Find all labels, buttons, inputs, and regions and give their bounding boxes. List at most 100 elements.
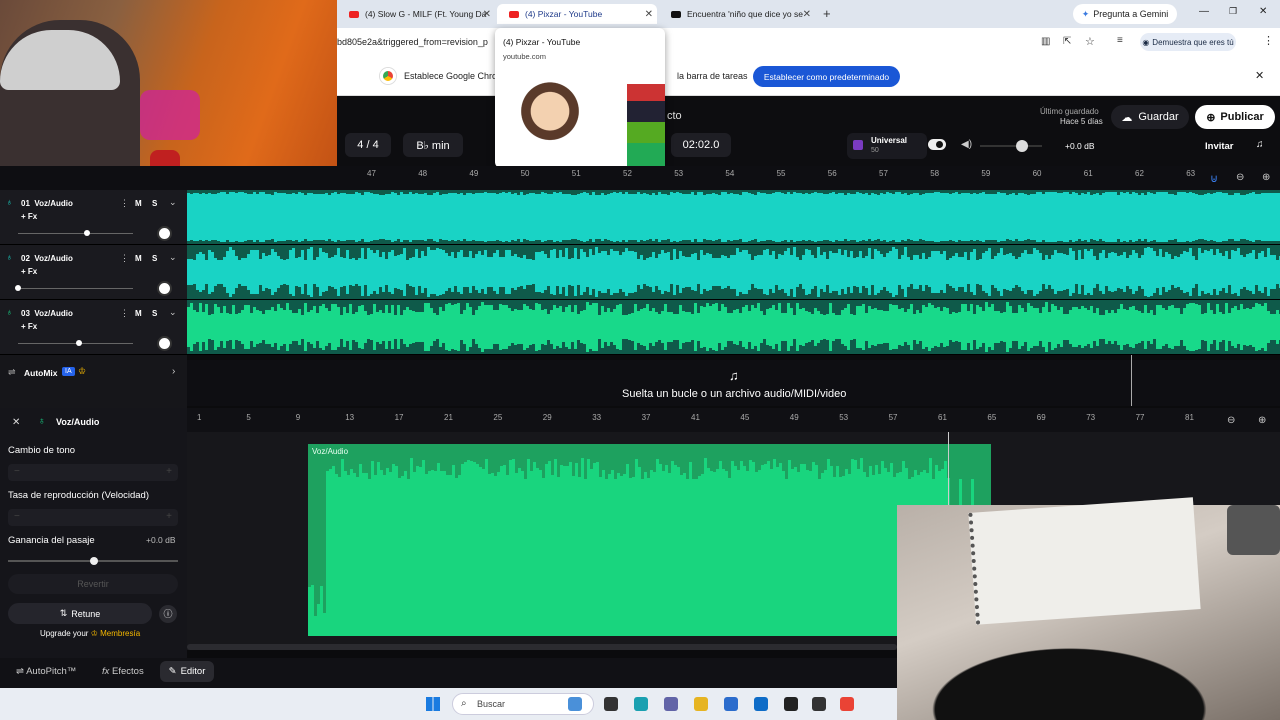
crown-icon: ♔: [90, 629, 101, 638]
chevron-down-icon[interactable]: ⌄: [169, 307, 177, 318]
sound-preset[interactable]: Universal 50: [847, 133, 927, 159]
add-fx-button[interactable]: + Fx: [21, 322, 37, 331]
editor-scrollbar[interactable]: [187, 644, 897, 650]
fader-handle[interactable]: [15, 285, 21, 291]
set-default-button[interactable]: Establecer como predeterminado: [753, 66, 900, 87]
automix-row[interactable]: ⇌ AutoMix IA ♔ ›: [0, 360, 187, 386]
teams-icon[interactable]: [664, 697, 678, 711]
chrome-icon[interactable]: [840, 697, 854, 711]
editor-ruler[interactable]: 1 5 9 13 17 21 25 29 33 37 41 45 49 53 57 61 65 69 73 77 81: [187, 408, 1280, 432]
chevron-down-icon[interactable]: ⌄: [169, 252, 177, 263]
mute-button[interactable]: M: [135, 309, 142, 318]
maximize-button[interactable]: ❐: [1229, 6, 1237, 17]
chevron-down-icon[interactable]: ⌄: [169, 197, 177, 208]
edge-icon[interactable]: [634, 697, 648, 711]
close-editor-icon[interactable]: ✕: [12, 417, 20, 428]
track-waveform[interactable]: [187, 245, 1280, 300]
revert-button[interactable]: Revertir: [8, 574, 178, 594]
track-header[interactable]: ♁ 03 Voz/Audio + Fx ⋮ M S ⌄: [0, 300, 187, 355]
more-options-icon[interactable]: ⋮: [120, 308, 129, 319]
notification-bell-icon[interactable]: ♫: [1256, 139, 1264, 150]
zoom-out-icon[interactable]: ⊖: [1236, 172, 1244, 183]
mute-button[interactable]: M: [135, 254, 142, 263]
chevron-right-icon[interactable]: ›: [172, 366, 175, 377]
bookmark-star-icon[interactable]: ☆: [1085, 35, 1095, 48]
solo-button[interactable]: S: [152, 309, 157, 318]
ruler-tick: 60: [1032, 169, 1042, 178]
info-icon[interactable]: ⓘ: [159, 605, 177, 623]
add-fx-button[interactable]: + Fx: [21, 267, 37, 276]
track-name[interactable]: 03 Voz/Audio: [21, 309, 73, 318]
pitch-stepper[interactable]: − +: [8, 464, 178, 481]
airplane-icon[interactable]: [568, 697, 582, 711]
track-header[interactable]: ♁ 01 Voz/Audio + Fx ⋮ M S ⌄: [0, 190, 187, 245]
mute-button[interactable]: M: [135, 199, 142, 208]
profile-chip[interactable]: ◉ Demuestra que eres tú: [1140, 33, 1236, 51]
retune-button[interactable]: ⇅ Retune: [8, 603, 152, 624]
tab-editor[interactable]: ✎ Editor: [160, 661, 214, 682]
volume-fader[interactable]: [15, 285, 133, 291]
solo-button[interactable]: S: [152, 199, 157, 208]
toggle-switch[interactable]: [928, 139, 946, 150]
folder-icon[interactable]: [694, 697, 708, 711]
reading-list-icon[interactable]: ≡: [1117, 35, 1123, 46]
speaker-icon[interactable]: ◀): [961, 139, 972, 150]
sidebar-icon[interactable]: ▥: [1041, 36, 1050, 47]
track-waveform[interactable]: [187, 190, 1280, 245]
track-waveform[interactable]: [187, 300, 1280, 355]
invite-button[interactable]: Invitar: [1205, 141, 1234, 152]
save-button[interactable]: ☁ Guardar: [1111, 105, 1189, 129]
address-bar[interactable]: bd805e2a&triggered_from=revision_p ▥ ⇱ ☆…: [337, 28, 1280, 56]
store-icon[interactable]: [724, 697, 738, 711]
add-fx-button[interactable]: + Fx: [21, 212, 37, 221]
pan-knob[interactable]: [157, 336, 172, 351]
timeline-ruler[interactable]: 47 48 49 50 51 52 53 54 55 56 57 58 59 60 61 62 63: [337, 166, 1280, 190]
close-banner-icon[interactable]: ✕: [1255, 69, 1264, 82]
more-options-icon[interactable]: ⋮: [120, 253, 129, 264]
zoom-in-icon[interactable]: ⊕: [1262, 172, 1270, 183]
upgrade-line[interactable]: Upgrade your ♔ Membresía: [40, 629, 140, 638]
more-options-icon[interactable]: ⋮: [120, 198, 129, 209]
file-explorer-icon[interactable]: [604, 697, 618, 711]
master-volume-slider[interactable]: [980, 140, 1042, 152]
browser-tab[interactable]: Encuentra 'niño que dice yo se ✕: [659, 4, 815, 24]
tab-effects[interactable]: fx Efectos: [102, 666, 144, 677]
pan-knob[interactable]: [157, 226, 172, 241]
browser-tab[interactable]: (4) Slow G - MILF (Ft. Young Da ✕: [337, 4, 495, 24]
close-icon[interactable]: ✕: [803, 9, 811, 20]
editor-zoom-out-icon[interactable]: ⊖: [1227, 415, 1235, 426]
new-tab-button[interactable]: +: [823, 6, 831, 21]
solo-button[interactable]: S: [152, 254, 157, 263]
track-name[interactable]: 02 Voz/Audio: [21, 254, 73, 263]
key-selector[interactable]: B♭ min: [403, 133, 463, 157]
close-icon[interactable]: ✕: [645, 9, 653, 20]
more-menu-icon[interactable]: ⋮: [1263, 34, 1274, 47]
audio-clip[interactable]: Voz/Audio: [308, 444, 991, 636]
pan-knob[interactable]: [157, 281, 172, 296]
rate-stepper[interactable]: − +: [8, 509, 178, 526]
track-header[interactable]: ♁ 02 Voz/Audio + Fx ⋮ M S ⌄: [0, 245, 187, 300]
outlook-icon[interactable]: [754, 697, 768, 711]
fader-handle[interactable]: [84, 230, 90, 236]
minimize-button[interactable]: —: [1199, 6, 1209, 17]
windows-start-icon[interactable]: [426, 697, 440, 711]
editor-zoom-in-icon[interactable]: ⊕: [1258, 415, 1266, 426]
share-icon[interactable]: ⇱: [1063, 36, 1071, 47]
gain-slider[interactable]: [8, 557, 178, 565]
mic-icon: ♁: [6, 252, 13, 262]
close-window-button[interactable]: ✕: [1259, 6, 1267, 17]
app-icon[interactable]: [784, 697, 798, 711]
gemini-button[interactable]: ✦ Pregunta a Gemini: [1073, 4, 1177, 24]
tab-autopitch[interactable]: ⇌ AutoPitch™: [16, 666, 76, 677]
volume-fader[interactable]: [18, 340, 133, 346]
snap-icon[interactable]: ⊍: [1210, 172, 1218, 185]
volume-fader[interactable]: [18, 230, 133, 236]
close-icon[interactable]: ✕: [483, 9, 491, 20]
browser-tab-active[interactable]: (4) Pixzar - YouTube ✕: [497, 4, 657, 24]
time-signature[interactable]: 4 / 4: [345, 133, 391, 157]
publish-button[interactable]: ⊕ Publicar: [1195, 105, 1275, 129]
drop-zone[interactable]: ♫ Suelta un bucle o un archivo audio/MID…: [187, 360, 1280, 406]
fader-handle[interactable]: [75, 340, 82, 346]
track-name[interactable]: 01 Voz/Audio: [21, 199, 73, 208]
notes-icon[interactable]: [812, 697, 826, 711]
